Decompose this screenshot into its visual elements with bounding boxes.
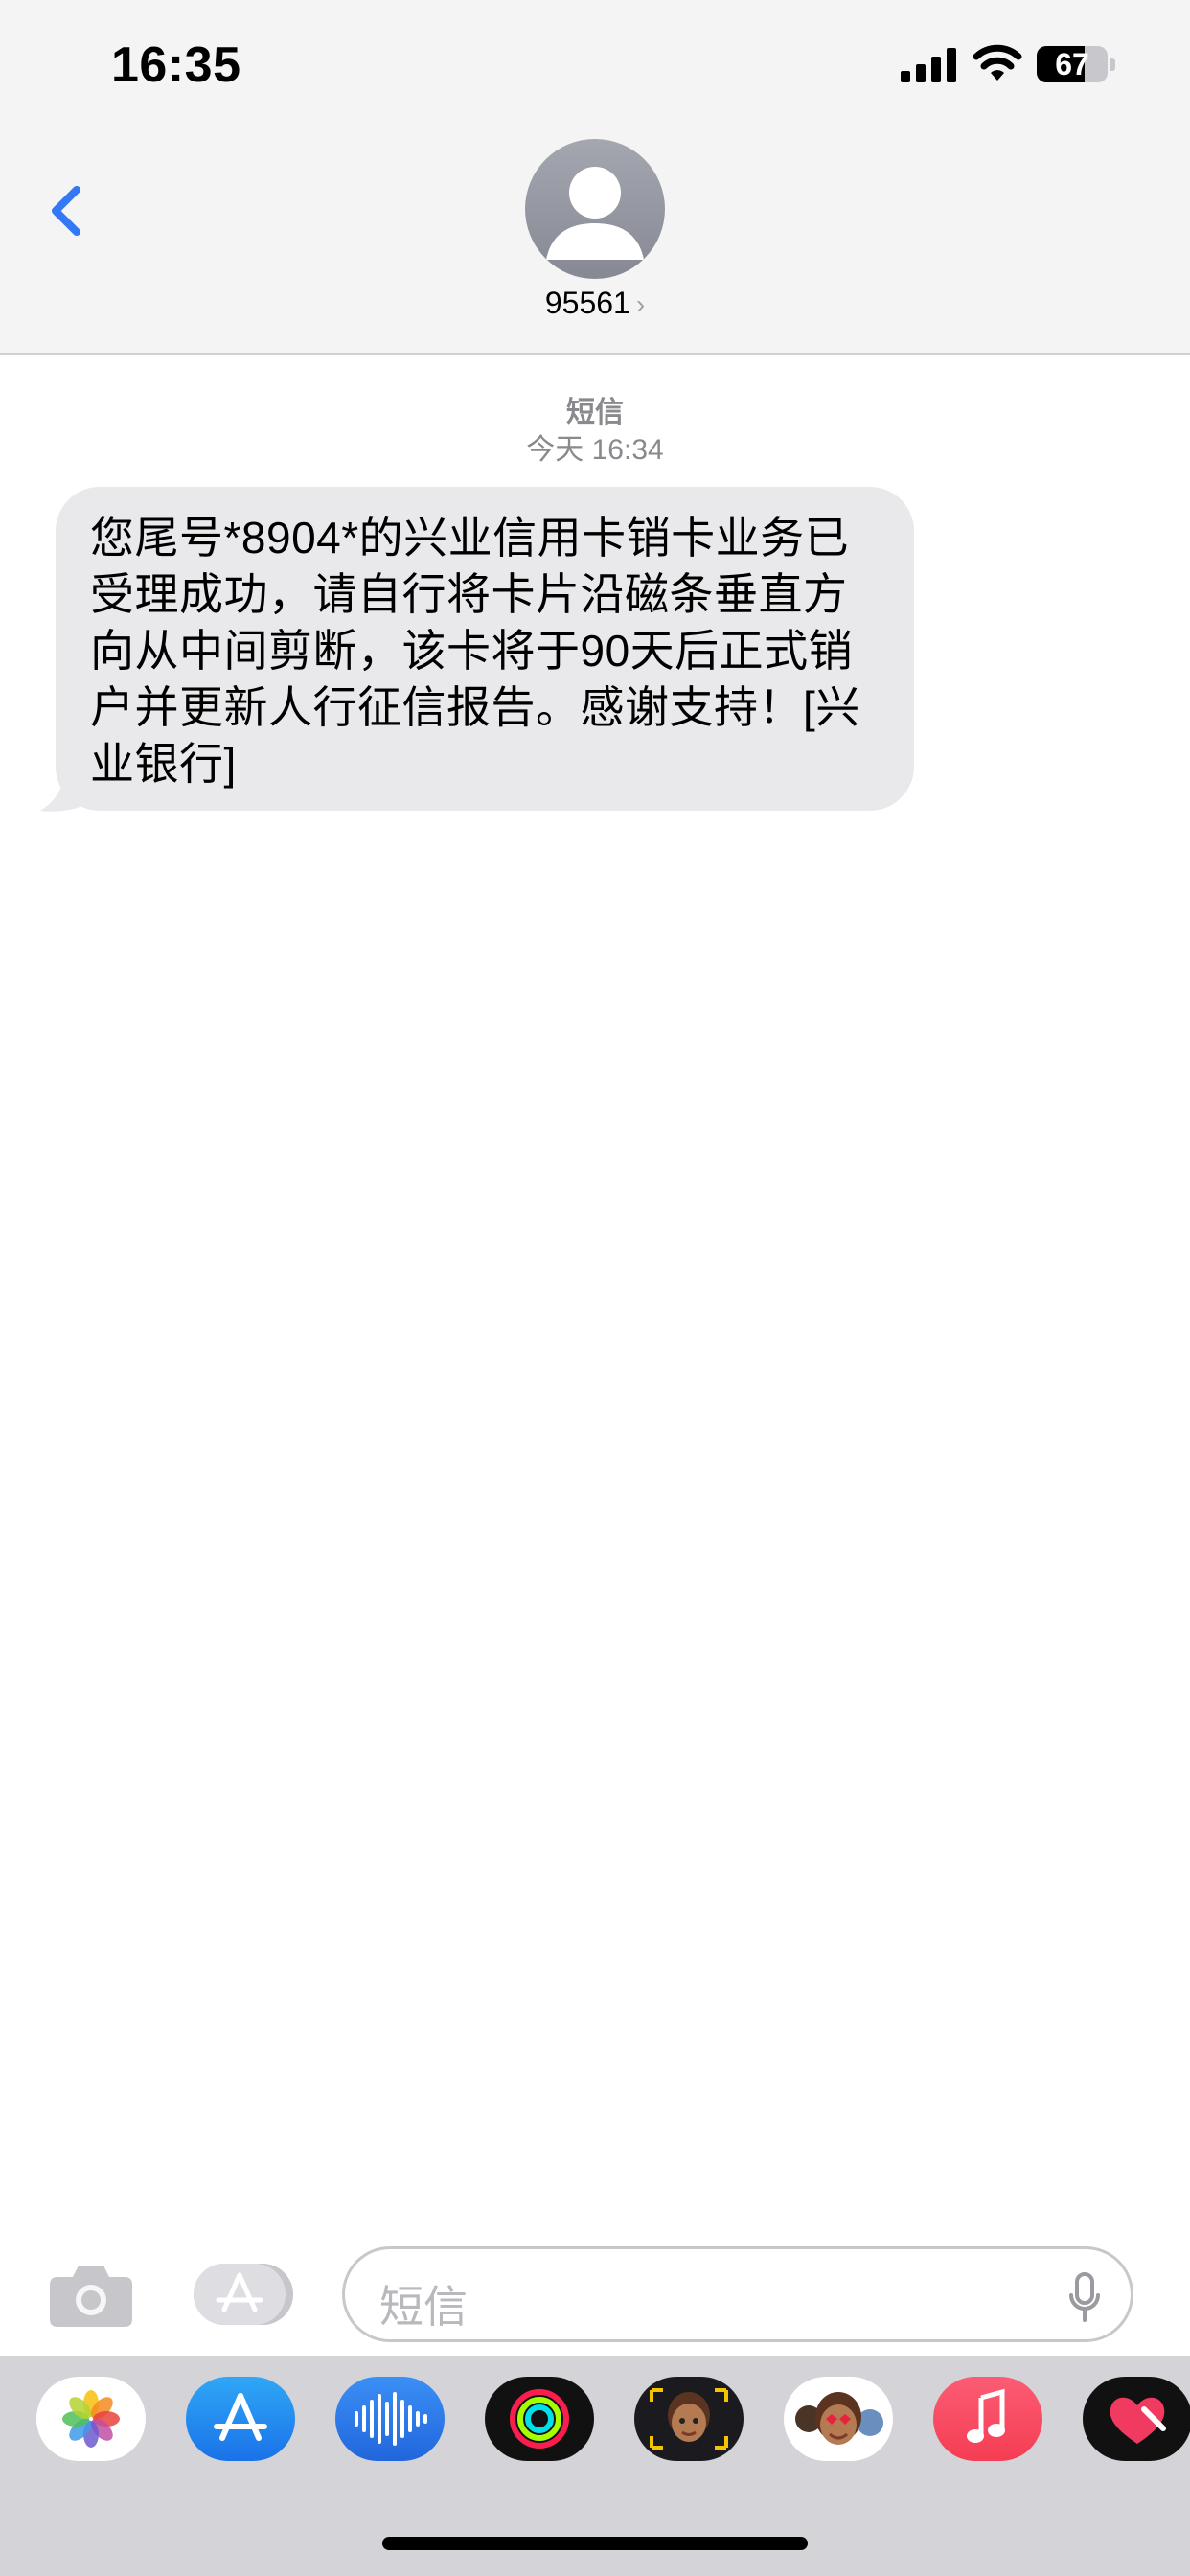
contact-name: 95561: [544, 286, 630, 320]
message-text: 您尾号*8904*的兴业信用卡销卡业务已受理成功，请自行将卡片沿磁条垂直方向从中…: [90, 513, 860, 789]
home-indicator: [382, 2537, 808, 2550]
app-store-icon[interactable]: [192, 2260, 297, 2329]
message-service-label: 短信: [566, 397, 624, 428]
battery-percentage: 67: [1055, 47, 1089, 81]
person-silhouette-icon: [546, 167, 644, 260]
status-bar: 16:35 67: [0, 0, 1190, 134]
cellular-signal-icon: [901, 48, 956, 82]
audio-message-app-icon[interactable]: [335, 2377, 445, 2461]
contact-avatar[interactable]: [525, 139, 665, 279]
battery-indicator: 67: [1037, 46, 1115, 82]
contact-name-button[interactable]: 95561 ›: [0, 286, 1190, 321]
memoji-stickers-app-icon[interactable]: [784, 2377, 893, 2461]
contact-details-chevron-icon: ›: [635, 289, 646, 319]
status-time: 16:35: [111, 37, 241, 93]
conversation-header: 95561 ›: [0, 134, 1190, 355]
fitness-app-icon[interactable]: [485, 2377, 594, 2461]
app-store-app-icon[interactable]: [186, 2377, 295, 2461]
microphone-icon[interactable]: [1065, 2270, 1104, 2324]
back-chevron-icon[interactable]: [38, 172, 96, 249]
message-input[interactable]: 短信: [342, 2246, 1133, 2342]
digital-touch-app-icon[interactable]: [1083, 2377, 1190, 2461]
photos-app-icon[interactable]: [36, 2377, 146, 2461]
wifi-icon: [973, 44, 1022, 80]
message-timestamp: 今天 16:34: [526, 434, 664, 466]
message-input-placeholder: 短信: [379, 2282, 468, 2332]
camera-icon[interactable]: [48, 2260, 134, 2329]
incoming-message-bubble[interactable]: 您尾号*8904*的兴业信用卡销卡业务已受理成功，请自行将卡片沿磁条垂直方向从中…: [56, 487, 914, 811]
memoji-app-icon[interactable]: [634, 2377, 744, 2461]
music-app-icon[interactable]: [933, 2377, 1042, 2461]
